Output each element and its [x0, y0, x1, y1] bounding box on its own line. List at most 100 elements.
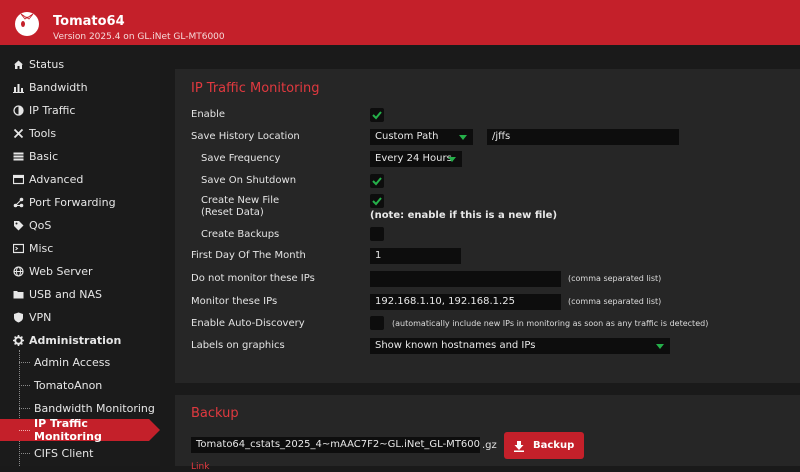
- auto-discovery-hint: (automatically include new IPs in monito…: [392, 319, 709, 328]
- dropdown-caret-icon: [656, 344, 664, 349]
- sidebar-subitem-label: Admin Access: [34, 355, 111, 369]
- tree-branch: [19, 453, 30, 454]
- globe-icon: [13, 265, 24, 277]
- backup-button-label: Backup: [533, 440, 575, 451]
- save-shutdown-label: Save On Shutdown: [201, 175, 297, 186]
- create-new-sublabel: (Reset Data): [201, 207, 264, 218]
- sidebar-item-label: Bandwidth: [29, 80, 88, 94]
- create-backups-label: Create Backups: [201, 229, 280, 240]
- save-frequency-select[interactable]: Every 24 Hours: [370, 151, 462, 167]
- backup-title: Backup: [191, 406, 239, 421]
- create-new-label: Create New File: [201, 195, 280, 206]
- tree-branch: [19, 362, 30, 363]
- sidebar-item-bandwidth[interactable]: Bandwidth: [0, 76, 160, 98]
- labels-graphics-select[interactable]: Show known hostnames and IPs: [370, 338, 670, 354]
- tomato-logo-icon: [15, 12, 39, 36]
- save-location-select[interactable]: Custom Path: [370, 129, 473, 145]
- backup-ext: .gz: [482, 440, 497, 451]
- enable-label: Enable: [191, 109, 226, 120]
- auto-discovery-checkbox[interactable]: [370, 316, 384, 330]
- shield-icon: [13, 312, 24, 323]
- sidebar-item-label: Status: [29, 57, 65, 71]
- tree-branch: [19, 430, 30, 431]
- advanced-icon: [13, 174, 24, 185]
- create-new-note: (note: enable if this is a new file): [370, 210, 558, 221]
- sidebar-item-label: Misc: [29, 241, 54, 255]
- check-icon: [372, 111, 382, 120]
- monitor-ips-label: Monitor these IPs: [191, 296, 278, 307]
- download-icon: [514, 440, 524, 452]
- sidebar-item-usb-nas[interactable]: USB and NAS: [0, 283, 160, 305]
- port-forward-icon: [13, 197, 24, 208]
- sidebar-item-status[interactable]: Status: [0, 53, 160, 75]
- labels-graphics-value: Show known hostnames and IPs: [375, 340, 536, 351]
- exclude-ips-hint: (comma separated list): [568, 274, 662, 283]
- save-frequency-value: Every 24 Hours: [375, 153, 452, 164]
- backup-panel: Backup Tomato64_cstats_2025_4~mAAC7F2~GL…: [175, 395, 800, 472]
- create-backups-checkbox[interactable]: [370, 227, 384, 241]
- sidebar-item-label: USB and NAS: [29, 287, 103, 301]
- bar-chart-icon: [13, 82, 24, 93]
- app-header: Tomato64 Version 2025.4 on GL.iNet GL-MT…: [0, 0, 800, 45]
- sidebar-item-label: VPN: [29, 310, 52, 324]
- gear-icon: [13, 334, 24, 346]
- sidebar-item-advanced[interactable]: Advanced: [0, 168, 160, 190]
- sidebar-subitem-label: TomatoAnon: [34, 378, 103, 392]
- auto-discovery-label: Enable Auto-Discovery: [191, 318, 305, 329]
- sidebar-subitem-ip-traffic-monitoring[interactable]: IP Traffic Monitoring: [0, 417, 160, 443]
- backup-link[interactable]: Link: [191, 462, 209, 472]
- sidebar-item-label: QoS: [29, 218, 52, 232]
- sidebar-item-tools[interactable]: Tools: [0, 122, 160, 144]
- tools-icon: [13, 128, 24, 139]
- sidebar: Status Bandwidth IP Traffic Tools Basic …: [0, 45, 160, 466]
- app-title: Tomato64: [53, 14, 125, 29]
- monitor-ips-hint: (comma separated list): [568, 297, 662, 306]
- check-icon: [372, 177, 382, 186]
- sidebar-subitem-tomatoanon[interactable]: TomatoAnon: [0, 374, 160, 396]
- sidebar-item-misc[interactable]: Misc: [0, 237, 160, 259]
- sidebar-item-basic[interactable]: Basic: [0, 145, 160, 167]
- sidebar-item-label: Advanced: [29, 172, 84, 186]
- sidebar-subitem-cifs-client[interactable]: CIFS Client: [0, 442, 160, 464]
- pie-icon: [13, 104, 24, 116]
- sidebar-item-label: Tools: [29, 126, 57, 140]
- tag-icon: [13, 220, 24, 231]
- sidebar-item-administration[interactable]: Administration: [0, 329, 160, 351]
- enable-checkbox[interactable]: [370, 108, 384, 122]
- path-input[interactable]: /jffs: [487, 129, 679, 145]
- sidebar-item-label: IP Traffic: [29, 103, 76, 117]
- ip-traffic-monitoring-panel: IP Traffic Monitoring Enable Save Histor…: [175, 69, 800, 383]
- exclude-ips-input[interactable]: [370, 271, 561, 287]
- sidebar-item-web-server[interactable]: Web Server: [0, 260, 160, 282]
- backup-filename-input[interactable]: Tomato64_cstats_2025_4~mAAC7F2~GL.iNet_G…: [191, 437, 480, 453]
- sidebar-item-label: Basic: [29, 149, 59, 163]
- sidebar-item-qos[interactable]: QoS: [0, 214, 160, 236]
- tree-branch: [19, 385, 30, 386]
- sliders-icon: [13, 151, 24, 162]
- sidebar-item-port-forwarding[interactable]: Port Forwarding: [0, 191, 160, 213]
- folder-icon: [13, 289, 24, 300]
- dropdown-caret-icon: [459, 135, 467, 140]
- sidebar-subitem-bandwidth-monitoring[interactable]: Bandwidth Monitoring: [0, 397, 160, 419]
- sidebar-item-vpn[interactable]: VPN: [0, 306, 160, 328]
- first-day-input[interactable]: 1: [370, 248, 461, 264]
- app-version: Version 2025.4 on GL.iNet GL-MT6000: [53, 32, 225, 42]
- exclude-ips-label: Do not monitor these IPs: [191, 273, 315, 284]
- sidebar-item-ip-traffic[interactable]: IP Traffic: [0, 99, 160, 121]
- tree-branch: [19, 408, 30, 409]
- monitor-ips-input[interactable]: 192.168.1.10, 192.168.1.25: [370, 294, 561, 310]
- sidebar-subitem-admin-access[interactable]: Admin Access: [0, 351, 160, 373]
- create-new-checkbox[interactable]: [370, 194, 384, 208]
- save-location-label: Save History Location: [191, 131, 300, 142]
- misc-icon: [13, 243, 24, 254]
- backup-button[interactable]: Backup: [504, 432, 584, 459]
- home-icon: [13, 59, 24, 70]
- panel-title: IP Traffic Monitoring: [191, 81, 320, 96]
- sidebar-subitem-label: Bandwidth Monitoring: [34, 401, 155, 415]
- sidebar-subitem-label: IP Traffic Monitoring: [34, 417, 102, 443]
- save-shutdown-checkbox[interactable]: [370, 174, 384, 188]
- sidebar-item-label: Web Server: [29, 264, 93, 278]
- active-indicator: [149, 419, 160, 441]
- first-day-label: First Day Of The Month: [191, 250, 306, 261]
- dropdown-caret-icon: [448, 157, 456, 162]
